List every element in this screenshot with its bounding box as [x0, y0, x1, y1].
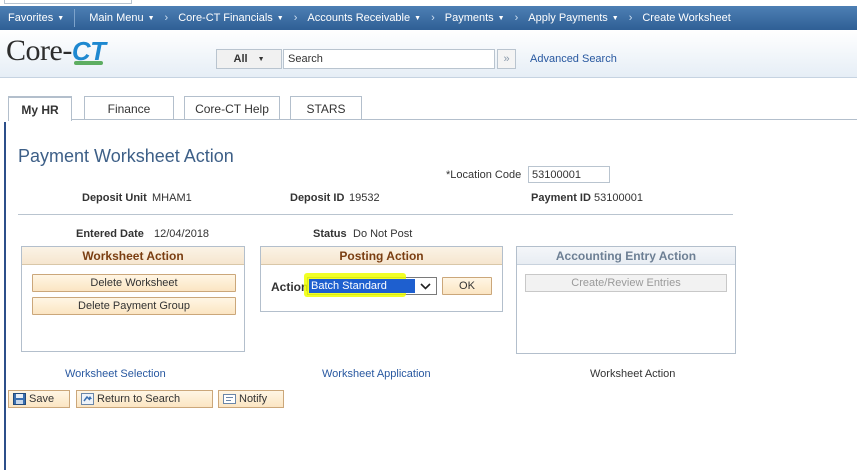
search-bar: All ▼ Search » [216, 49, 516, 69]
header: Core-CT All ▼ Search » Advanced Search [0, 30, 857, 78]
browser-tab-stub [4, 0, 132, 4]
search-go-button[interactable]: » [497, 49, 516, 69]
ok-button[interactable]: OK [442, 277, 492, 295]
save-button[interactable]: Save [8, 390, 70, 408]
deposit-id-value: 19532 [349, 192, 380, 204]
breadcrumb-separator: › [514, 12, 519, 24]
chevron-down-icon: ▼ [497, 14, 505, 22]
breadcrumb-label: Create Worksheet [642, 12, 731, 24]
logo-text: Core- [6, 34, 72, 67]
tab-strip: My HR Finance Core-CT Help STARS [0, 78, 857, 122]
tab-stars[interactable]: STARS [290, 96, 362, 120]
search-placeholder: Search [288, 53, 323, 65]
accounting-entry-action-panel: Accounting Entry Action Create/Review En… [516, 246, 736, 354]
deposit-unit-label: Deposit Unit [82, 192, 147, 204]
location-code-label: *Location Code [446, 169, 522, 181]
accounting-entry-action-header: Accounting Entry Action [517, 247, 735, 265]
logo-ct-mark: CT [71, 36, 106, 66]
save-icon [13, 393, 26, 405]
payment-id-label: Payment ID [531, 192, 591, 204]
tab-finance[interactable]: Finance [84, 96, 174, 120]
posting-action-panel: Posting Action Action: Batch Standard OK [260, 246, 503, 312]
posting-action-selected-value: Batch Standard [309, 279, 415, 293]
double-chevron-right-icon: » [503, 53, 510, 65]
main-menu[interactable]: Main Menu ▼ [85, 12, 158, 24]
main-menu-label: Main Menu [89, 12, 144, 24]
breadcrumb-separator: › [628, 12, 633, 24]
delete-payment-group-button[interactable]: Delete Payment Group [32, 297, 236, 315]
worksheet-action-current: Worksheet Action [590, 368, 676, 380]
posting-action-select[interactable]: Batch Standard [304, 273, 437, 297]
search-scope-label: All [233, 53, 248, 65]
worksheet-action-panel: Worksheet Action Delete Worksheet Delete… [21, 246, 245, 352]
breadcrumb-core-ct-financials[interactable]: Core-CT Financials ▼ [174, 12, 288, 24]
breadcrumb-apply-payments[interactable]: Apply Payments ▼ [524, 12, 622, 24]
breadcrumb-separator: › [431, 12, 435, 24]
chevron-down-icon [417, 279, 433, 293]
worksheet-application-link[interactable]: Worksheet Application [322, 368, 431, 380]
app-root: Favorites ▼ Main Menu ▼ › Core-CT Financ… [0, 0, 857, 470]
delete-worksheet-button[interactable]: Delete Worksheet [32, 274, 236, 292]
return-to-search-label: Return to Search [97, 393, 181, 405]
search-scope-select[interactable]: All ▼ [216, 49, 282, 69]
notify-button[interactable]: Notify [218, 390, 284, 408]
breadcrumb-label: Accounts Receivable [307, 12, 411, 24]
payment-id-value: 53100001 [594, 192, 643, 204]
tab-core-ct-help[interactable]: Core-CT Help [184, 96, 280, 120]
notify-label: Notify [239, 393, 268, 405]
main-content: Payment Worksheet Action *Location Code … [8, 122, 857, 470]
deposit-id-label: Deposit ID [290, 192, 345, 204]
chevron-down-icon: ▼ [611, 14, 619, 22]
worksheet-action-header: Worksheet Action [22, 247, 244, 265]
create-review-entries-button: Create/Review Entries [525, 274, 727, 292]
section-divider [18, 214, 733, 215]
notify-icon [223, 393, 236, 405]
worksheet-selection-link[interactable]: Worksheet Selection [65, 368, 166, 380]
return-to-search-icon [81, 393, 94, 405]
breadcrumb-create-worksheet[interactable]: Create Worksheet [638, 12, 734, 24]
return-to-search-button[interactable]: Return to Search [76, 390, 213, 408]
posting-action-header: Posting Action [261, 247, 502, 265]
favorites-menu[interactable]: Favorites ▼ [0, 12, 68, 24]
status-value: Do Not Post [353, 228, 413, 240]
breadcrumb-separator: › [164, 12, 169, 24]
location-code-field[interactable]: 53100001 [528, 166, 610, 183]
deposit-unit-value: MHAM1 [152, 192, 192, 204]
page-title: Payment Worksheet Action [18, 146, 234, 166]
breadcrumb-separator: › [293, 12, 298, 24]
nav-bar: Favorites ▼ Main Menu ▼ › Core-CT Financ… [0, 6, 857, 30]
location-code-value: 53100001 [532, 168, 581, 181]
search-input[interactable]: Search [283, 49, 495, 69]
chevron-down-icon: ▼ [147, 14, 155, 22]
favorites-label: Favorites [8, 12, 54, 24]
entered-date-label: Entered Date [76, 228, 144, 240]
breadcrumb-label: Payments [444, 12, 494, 24]
breadcrumb-label: Apply Payments [528, 12, 608, 24]
chevron-down-icon: ▼ [257, 55, 265, 63]
nav-divider [74, 9, 76, 27]
save-label: Save [29, 393, 55, 405]
breadcrumb-label: Core-CT Financials [178, 12, 273, 24]
chevron-down-icon: ▼ [414, 14, 422, 22]
chevron-down-icon: ▼ [276, 14, 284, 22]
breadcrumb-payments[interactable]: Payments ▼ [441, 12, 509, 24]
tab-my-hr[interactable]: My HR [8, 96, 72, 121]
tab-baseline [8, 119, 857, 120]
status-label: Status [313, 228, 347, 240]
advanced-search-link[interactable]: Advanced Search [530, 53, 617, 65]
breadcrumb-accounts-receivable[interactable]: Accounts Receivable ▼ [303, 12, 425, 24]
entered-date-value: 12/04/2018 [154, 228, 210, 240]
core-ct-logo[interactable]: Core-CT [6, 34, 106, 68]
chevron-down-icon: ▼ [57, 14, 65, 22]
left-edge-bar [0, 122, 6, 470]
